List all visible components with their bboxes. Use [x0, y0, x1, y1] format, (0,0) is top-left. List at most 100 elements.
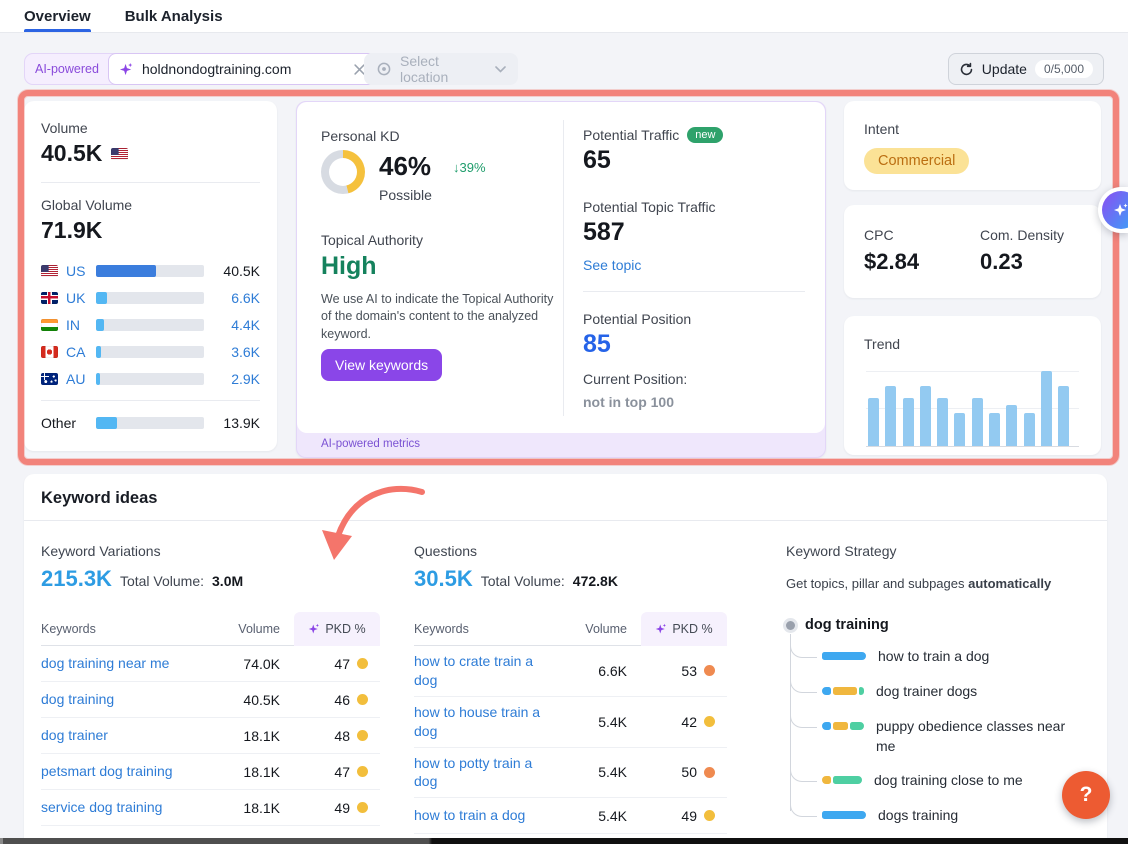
questions-total-value: 472.8K	[573, 573, 618, 589]
pill-segment-blue	[822, 722, 831, 730]
country-volume-value: 6.6K	[216, 290, 260, 306]
update-label: Update	[982, 61, 1027, 77]
potential-topic-traffic-label: Potential Topic Traffic	[583, 199, 716, 215]
keyword-pkd: 48	[294, 728, 380, 744]
search-input[interactable]: holdnondogtraining.com	[108, 53, 376, 85]
top-navigation: Overview Bulk Analysis	[0, 0, 1128, 33]
global-volume-label: Global Volume	[41, 197, 260, 213]
keyword-pkd: 53	[641, 663, 727, 679]
keyword-pill-icon	[822, 722, 864, 730]
trend-label: Trend	[864, 336, 1081, 352]
keyword-link[interactable]: service dog training	[41, 798, 220, 817]
tree-root[interactable]: dog training	[786, 617, 1116, 633]
search-query-value[interactable]: holdnondogtraining.com	[142, 61, 346, 77]
column-pkd[interactable]: PKD %	[641, 612, 727, 646]
tree-item[interactable]: puppy obedience classes near me	[822, 716, 1116, 757]
cpc-card: CPC $2.84 Com. Density 0.23	[844, 205, 1101, 298]
tab-bulk-analysis[interactable]: Bulk Analysis	[125, 0, 223, 32]
pkd-dot-icon	[357, 730, 368, 741]
variations-total-label: Total Volume:	[120, 573, 204, 589]
keyword-pill-icon	[822, 687, 864, 695]
keyword-volume: 18.1K	[220, 800, 280, 816]
keyword-link[interactable]: how to potty train a dog	[414, 754, 567, 792]
tree-item[interactable]: how to train a dog	[822, 646, 1116, 668]
see-topic-link[interactable]: See topic	[583, 257, 641, 273]
global-volume-value: 71.9K	[41, 217, 260, 244]
tree-item[interactable]: dog trainer dogs	[822, 681, 1116, 703]
keyword-link[interactable]: how to crate train a dog	[414, 652, 567, 690]
column-pkd[interactable]: PKD %	[294, 612, 380, 646]
tree-item-label: puppy obedience classes near me	[876, 716, 1088, 757]
keyword-volume: 18.1K	[220, 764, 280, 780]
column-volume[interactable]: Volume	[220, 622, 280, 636]
update-button[interactable]: Update 0/5,000	[948, 53, 1104, 85]
keyword-ideas-title: Keyword ideas	[41, 489, 157, 508]
help-button[interactable]: ?	[1062, 771, 1110, 819]
variations-table-header: Keywords Volume PKD %	[41, 612, 380, 646]
questions-count: 30.5K	[414, 566, 473, 592]
sparkle-icon	[655, 623, 667, 635]
country-code-link[interactable]: IN	[66, 317, 96, 333]
country-volume-value: 4.4K	[216, 317, 260, 333]
keyword-strategy-description: Get topics, pillar and subpages automati…	[786, 576, 1116, 591]
keyword-pkd: 49	[294, 800, 380, 816]
keyword-link[interactable]: how to train a dog	[414, 806, 567, 825]
country-row: AU2.9K	[41, 365, 260, 392]
tree-item-label: dogs training	[878, 805, 958, 825]
trend-card: Trend	[844, 316, 1101, 455]
sparkle-icon	[308, 623, 320, 635]
trend-bar-chart	[866, 356, 1079, 447]
tab-overview[interactable]: Overview	[24, 0, 91, 32]
keyword-strategy-label: Keyword Strategy	[786, 543, 1116, 559]
keyword-row: how to house train a dog5.4K42	[414, 697, 727, 748]
keyword-volume: 74.0K	[220, 656, 280, 672]
country-volume-bar	[96, 319, 204, 331]
keyword-link[interactable]: petsmart dog training	[41, 762, 220, 781]
current-position-label: Current Position:	[583, 371, 687, 387]
ai-assistant-tab[interactable]	[1098, 187, 1128, 233]
keyword-link[interactable]: how to house train a dog	[414, 703, 567, 741]
pkd-dot-icon	[704, 810, 715, 821]
new-badge: new	[687, 127, 723, 143]
tree-item-label: dog training close to me	[874, 770, 1023, 790]
column-volume[interactable]: Volume	[567, 622, 627, 636]
trend-bar	[885, 386, 896, 446]
us-flag-icon	[111, 148, 128, 160]
keyword-link[interactable]: dog training	[41, 690, 220, 709]
keyword-row: dog training40.5K46	[41, 682, 380, 718]
column-keywords[interactable]: Keywords	[41, 622, 220, 636]
column-keywords[interactable]: Keywords	[414, 622, 567, 636]
personal-kd-label: Personal KD	[321, 128, 400, 144]
update-quota-badge: 0/5,000	[1035, 60, 1093, 78]
ai-metrics-card: Personal KD 46% ↓39% Possible Topical Au…	[296, 101, 826, 458]
topical-authority-label: Topical Authority	[321, 232, 423, 248]
country-row: US40.5K	[41, 257, 260, 284]
keyword-link[interactable]: dog trainer	[41, 726, 220, 745]
cpc-label: CPC	[864, 227, 919, 243]
ai-metrics-inner: Personal KD 46% ↓39% Possible Topical Au…	[297, 102, 825, 433]
keyword-link[interactable]: dog training near me	[41, 654, 220, 673]
pkd-dot-icon	[704, 767, 715, 778]
other-volume-value: 13.9K	[216, 415, 260, 431]
trend-bar	[1006, 405, 1017, 446]
keyword-volume: 18.1K	[220, 728, 280, 744]
location-select[interactable]: Select location	[364, 53, 518, 85]
variations-rows: dog training near me74.0K47dog training4…	[41, 646, 380, 826]
topical-authority-description: We use AI to indicate the Topical Author…	[321, 291, 555, 343]
keyword-pkd: 42	[641, 714, 727, 730]
country-code-link[interactable]: UK	[66, 290, 96, 306]
intent-commercial-badge: Commercial	[864, 148, 969, 174]
pkd-dot-icon	[704, 665, 715, 676]
trend-bar	[989, 413, 1000, 446]
volume-label: Volume	[41, 120, 260, 136]
view-keywords-button[interactable]: View keywords	[321, 349, 442, 381]
keyword-row: petsmart dog training18.1K47	[41, 754, 380, 790]
topical-authority-value: High	[321, 252, 377, 281]
country-volume-bar	[96, 265, 204, 277]
potential-position-value: 85	[583, 330, 611, 359]
country-code-link[interactable]: AU	[66, 371, 96, 387]
country-code-link[interactable]: CA	[66, 344, 96, 360]
keyword-ideas-panel: Keyword ideas Keyword Variations 215.3K …	[24, 474, 1107, 844]
country-code-link[interactable]: US	[66, 263, 96, 279]
keyword-volume: 6.6K	[567, 663, 627, 679]
